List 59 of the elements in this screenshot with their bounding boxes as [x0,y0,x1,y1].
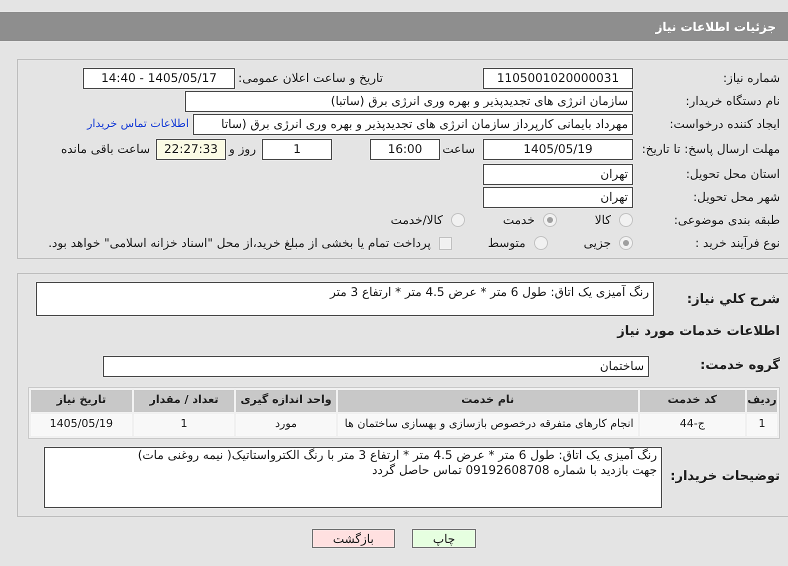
field-label: گروه خدمت: [699,356,780,376]
column-header: تاریخ نیاز [31,390,132,412]
note-line: جهت بازدید با شماره 09192608708 تماس حاصل گردد [371,462,657,478]
radio-button[interactable] [450,213,465,227]
countdown-field[interactable]: 22:27:33 [156,138,226,160]
text-field[interactable]: 1 [262,138,332,160]
section-heading: اطلاعات خدمات مورد نیاز [616,323,780,341]
checkbox-label: پرداخت تمام یا بخشی از مبلغ خرید،از محل "اسناد خزانه اسلامی" خواهد بود. [48,235,431,252]
buyer-contact-link[interactable]: اطلاعات تماس خریدار [87,116,189,132]
field-label: تاریخ و ساعت اعلان عمومی: [237,70,383,87]
radio-label: جزیی [584,235,611,252]
field-label: ساعت [441,141,475,158]
field-label: شرح کلي نياز: [686,291,780,309]
table-cell: انجام کارهای متفرقه درخصوص بازسازی و بهسازی ساختمان ها [338,414,638,436]
radio-button[interactable] [619,213,633,227]
field-label: نوع فرآیند خرید : [694,235,780,252]
text-field[interactable]: 16:00 [370,138,440,160]
page-title: جزئیات اطلاعات نیاز [655,18,776,36]
column-header: نام خدمت [338,390,638,412]
back-button[interactable]: بازگشت [312,528,395,548]
field-label: توضیحات خریدار: [669,468,780,486]
field-label: شماره نیاز: [722,70,780,87]
radio-label: کالا [594,212,611,229]
checkbox[interactable] [438,236,452,250]
radio-label: خدمت [502,212,535,229]
table-cell: 1405/05/19 [31,414,132,436]
field-label: شهر محل تحویل: [692,189,780,206]
field-label: نام دستگاه خریدار: [684,93,780,110]
text-field[interactable]: تهران [483,186,633,208]
column-header: کد خدمت [640,390,746,412]
print-button[interactable]: چاپ [412,528,476,548]
radio-button[interactable] [542,213,557,227]
table-cell: 1 [747,414,777,436]
column-header: ردیف [747,390,777,412]
field-label: روز و [228,141,256,158]
field-label: ایجاد کننده درخواست: [668,116,780,133]
radio-label: متوسط [488,235,526,252]
table-cell: 1 [134,414,234,436]
radio-button[interactable] [534,236,548,250]
radio-button[interactable] [619,236,633,250]
table-cell: مورد [236,414,336,436]
field-label: ساعت باقی مانده [60,141,150,158]
buyer-notes-textarea[interactable]: رنگ آمیزی یک اتاق: طول 6 متر * عرض 4.5 متر * ارتفاع 3 متر با رنگ الکترواستاتیک( نیمه روغنی مات) جهت بازدید با شماره 09192608708 تماس حاصل گردد [44,446,662,508]
text-field[interactable]: تهران [483,164,633,184]
text-field[interactable]: ساختمان [103,356,649,376]
table-cell: ج-44 [640,414,746,436]
description-textarea[interactable]: رنگ آمیزی یک اتاق: طول 6 متر * عرض 4.5 متر * ارتفاع 3 متر [36,282,654,316]
text-field[interactable]: مهرداد بایمانی کارپرداز سازمان انرژی های تجدیدپذیر و بهره وری انرژی برق (ساتا [193,114,633,134]
column-header: تعداد / مقدار [134,390,234,412]
text-field[interactable]: سازمان انرژی های تجدیدپذیر و بهره وری انرژی برق (ساتبا) [185,90,633,112]
field-label: مهلت ارسال پاسخ: تا تاریخ: [640,142,780,156]
field-label: استان محل تحویل: [684,166,780,183]
column-header: واحد اندازه گیری [236,390,336,412]
text-field[interactable]: 1105001020000031 [483,68,633,88]
text-field[interactable]: 1405/05/19 [483,138,633,160]
text-field[interactable]: 1405/05/17 - 14:40 [83,68,235,88]
note-line: رنگ آمیزی یک اتاق: طول 6 متر * عرض 4.5 متر * ارتفاع 3 متر با رنگ الکترواستاتیک( نیمه روغنی مات) [136,448,657,462]
field-label: طبقه بندی موضوعی: [672,212,780,229]
radio-label: کالا/خدمت [390,212,443,229]
